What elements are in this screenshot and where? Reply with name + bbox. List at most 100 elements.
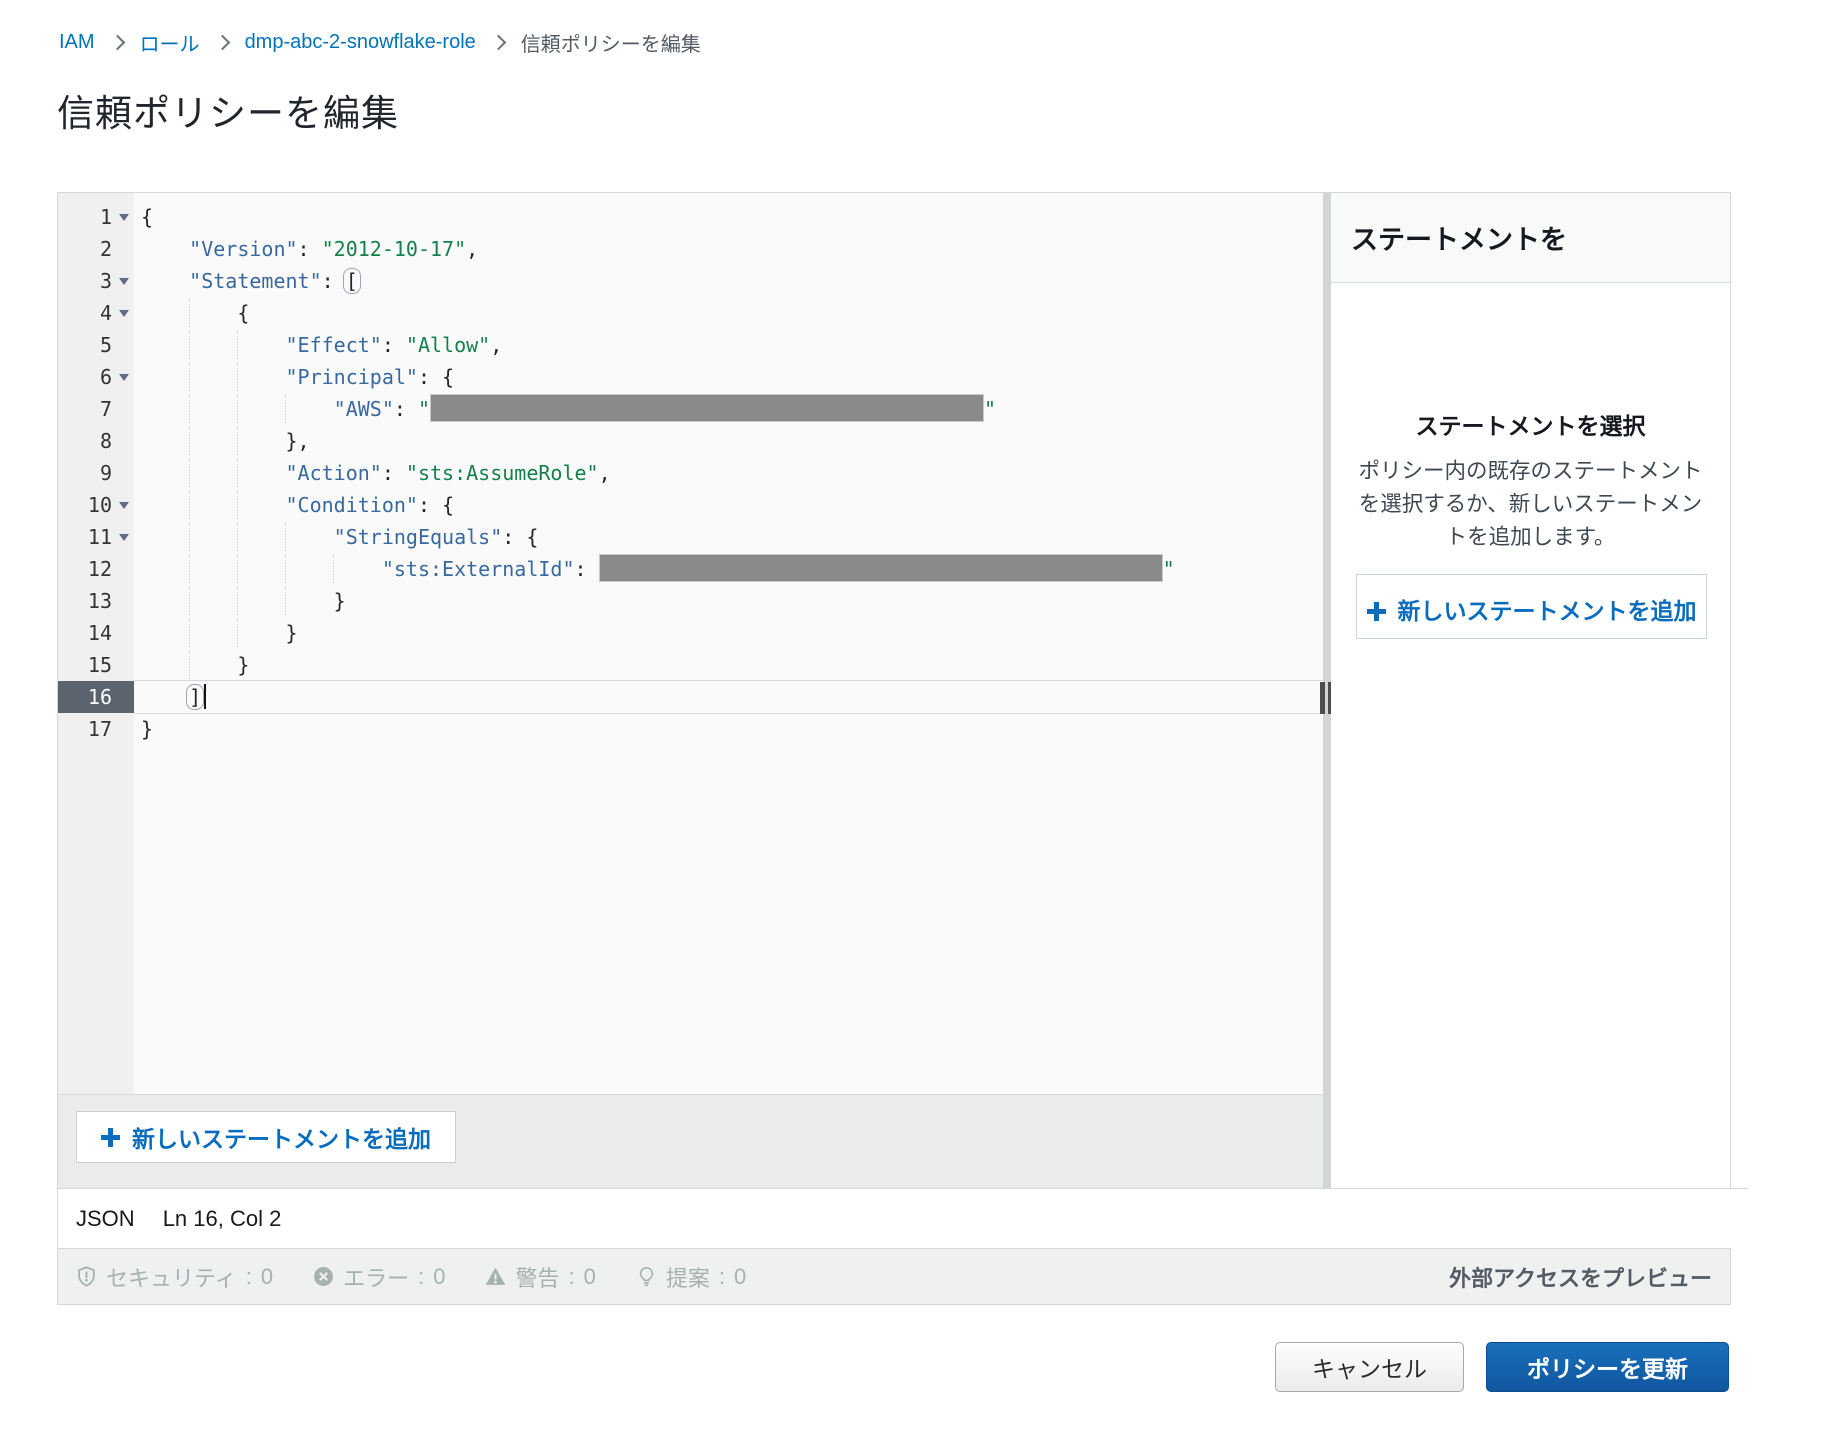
gutter-line-6[interactable]: 6: [58, 361, 134, 393]
panel-add-statement-button[interactable]: 新しいステートメントを追加: [1356, 574, 1707, 639]
code-line-17[interactable]: }: [134, 713, 1323, 745]
gutter-line-12[interactable]: 12: [58, 553, 134, 585]
code-line-10[interactable]: "Condition": {: [134, 489, 1323, 521]
gutter-line-10[interactable]: 10: [58, 489, 134, 521]
gutter-line-16[interactable]: 16: [58, 681, 134, 713]
plus-icon: [1367, 602, 1386, 621]
editor-issue-bar: セキュリティ: 0 エラー: 0 警告: 0 提案:: [58, 1248, 1730, 1304]
code-line-16[interactable]: ]: [134, 680, 1323, 714]
chevron-right-icon: [109, 35, 125, 51]
indent-guide: [285, 587, 286, 615]
gutter-line-8[interactable]: 8: [58, 425, 134, 457]
fold-arrow-icon[interactable]: [119, 502, 129, 509]
code-line-5[interactable]: "Effect": "Allow",: [134, 329, 1323, 361]
indent-guide: [237, 363, 238, 391]
matched-bracket: [: [343, 268, 361, 294]
code-line-9[interactable]: "Action": "sts:AssumeRole",: [134, 457, 1323, 489]
gutter-line-9[interactable]: 9: [58, 457, 134, 489]
breadcrumb-iam[interactable]: IAM: [59, 31, 95, 54]
breadcrumb: IAM ロール dmp-abc-2-snowflake-role 信頼ポリシーを…: [59, 28, 701, 57]
chevron-right-icon: [490, 35, 506, 51]
fold-arrow-icon[interactable]: [119, 534, 129, 541]
indent-guide: [189, 555, 190, 583]
indent-guide: [237, 555, 238, 583]
update-policy-button[interactable]: ポリシーを更新: [1486, 1342, 1729, 1392]
shield-icon: [76, 1266, 97, 1287]
gutter-line-14[interactable]: 14: [58, 617, 134, 649]
error-icon: [313, 1266, 334, 1287]
gutter-line-7[interactable]: 7: [58, 393, 134, 425]
security-findings[interactable]: セキュリティ: 0: [76, 1261, 273, 1293]
warning-icon: [485, 1266, 506, 1287]
code-line-13[interactable]: }: [134, 585, 1323, 617]
fold-arrow-icon[interactable]: [119, 278, 129, 285]
indent-guide: [189, 427, 190, 455]
gutter-line-4[interactable]: 4: [58, 297, 134, 329]
suggestion-findings[interactable]: 提案: 0: [636, 1261, 746, 1293]
indent-guide: [189, 651, 190, 679]
indent-guide: [237, 427, 238, 455]
fold-arrow-icon[interactable]: [119, 374, 129, 381]
indent-guide: [237, 459, 238, 487]
gutter-line-13[interactable]: 13: [58, 585, 134, 617]
editor-gutter: 1234567891011121314151617: [58, 193, 134, 1094]
code-line-11[interactable]: "StringEquals": {: [134, 521, 1323, 553]
fold-arrow-icon[interactable]: [119, 214, 129, 221]
editor-language: JSON: [76, 1206, 135, 1232]
indent-guide: [189, 331, 190, 359]
redacted-value: [430, 394, 984, 422]
json-policy-editor[interactable]: 1234567891011121314151617 { "Version": "…: [58, 193, 1323, 1094]
error-count: 0: [433, 1264, 445, 1290]
code-line-15[interactable]: }: [134, 649, 1323, 681]
editor-code-area[interactable]: { "Version": "2012-10-17", "Statement": …: [134, 201, 1323, 745]
gutter-line-11[interactable]: 11: [58, 521, 134, 553]
indent-guide: [189, 395, 190, 423]
preview-external-access-link[interactable]: 外部アクセスをプレビュー: [1449, 1261, 1712, 1293]
breadcrumb-role-name[interactable]: dmp-abc-2-snowflake-role: [245, 31, 476, 54]
code-line-14[interactable]: }: [134, 617, 1323, 649]
add-statement-button[interactable]: 新しいステートメントを追加: [76, 1111, 456, 1163]
indent-guide: [189, 587, 190, 615]
code-line-6[interactable]: "Principal": {: [134, 361, 1323, 393]
code-line-4[interactable]: {: [134, 297, 1323, 329]
indent-guide: [285, 523, 286, 551]
indent-guide: [189, 299, 190, 327]
code-line-2[interactable]: "Version": "2012-10-17",: [134, 233, 1323, 265]
indent-guide: [189, 523, 190, 551]
statement-side-panel: ステートメントを ステートメントを選択 ポリシー内の既存のステートメントを選択す…: [1331, 193, 1730, 1189]
fold-arrow-icon[interactable]: [119, 310, 129, 317]
gutter-line-5[interactable]: 5: [58, 329, 134, 361]
gutter-line-1[interactable]: 1: [58, 201, 134, 233]
select-statement-description: ポリシー内の既存のステートメントを選択するか、新しいステートメントを追加します。: [1356, 455, 1705, 554]
indent-guide: [189, 619, 190, 647]
redacted-value: [599, 554, 1163, 582]
gutter-line-2[interactable]: 2: [58, 233, 134, 265]
code-line-8[interactable]: },: [134, 425, 1323, 457]
code-line-3[interactable]: "Statement": [: [134, 265, 1323, 297]
indent-guide: [285, 395, 286, 423]
bulb-icon: [636, 1266, 657, 1287]
code-line-1[interactable]: {: [134, 201, 1323, 233]
gutter-line-17[interactable]: 17: [58, 713, 134, 745]
code-line-7[interactable]: "AWS": "": [134, 393, 1323, 425]
error-findings[interactable]: エラー: 0: [313, 1261, 445, 1293]
gutter-line-3[interactable]: 3: [58, 265, 134, 297]
indent-guide: [189, 363, 190, 391]
indent-guide: [237, 619, 238, 647]
breadcrumb-roles[interactable]: ロール: [140, 28, 200, 57]
breadcrumb-current: 信頼ポリシーを編集: [521, 28, 701, 57]
page-title: 信頼ポリシーを編集: [57, 83, 399, 137]
indent-guide: [237, 523, 238, 551]
warning-findings[interactable]: 警告: 0: [485, 1261, 595, 1293]
warning-count: 0: [584, 1264, 596, 1290]
indent-guide: [237, 587, 238, 615]
cursor-position: Ln 16, Col 2: [163, 1206, 282, 1232]
plus-icon: [101, 1128, 120, 1147]
suggestion-count: 0: [734, 1264, 746, 1290]
cancel-button[interactable]: キャンセル: [1275, 1342, 1464, 1392]
panel-add-statement-label: 新しいステートメントを追加: [1398, 598, 1697, 624]
editor-status-bar: JSON Ln 16, Col 2: [58, 1188, 1748, 1248]
indent-guide: [333, 555, 334, 583]
gutter-line-15[interactable]: 15: [58, 649, 134, 681]
code-line-12[interactable]: "sts:ExternalId": ": [134, 553, 1323, 585]
